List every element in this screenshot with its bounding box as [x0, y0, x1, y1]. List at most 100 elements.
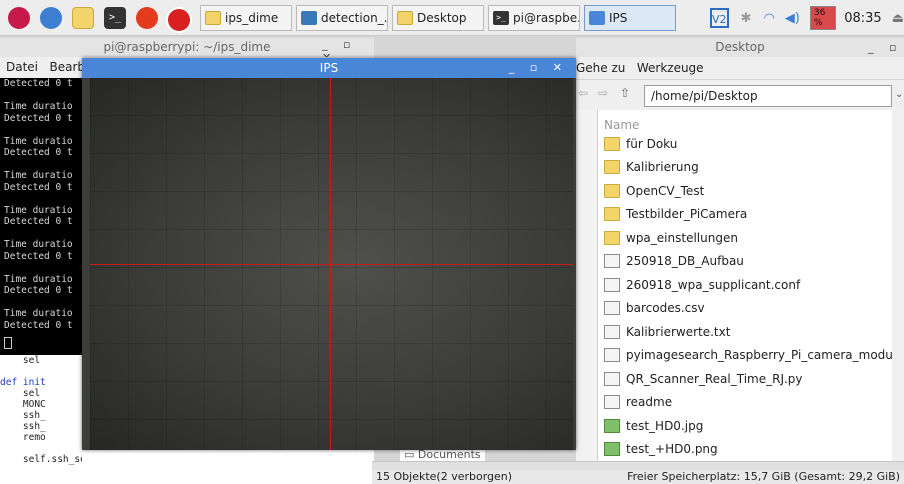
wolfram-icon[interactable]: [136, 7, 158, 29]
code-editor[interactable]: sel def init sel MONC ssh_ ssh_ remo self…: [0, 355, 82, 484]
places-sidebar[interactable]: [576, 110, 598, 462]
file-item[interactable]: OpenCV_Test: [604, 179, 704, 202]
folder-icon: [205, 11, 221, 25]
terminal-line: Detected 0 t: [4, 78, 73, 89]
terminal-line: Time duratio: [4, 135, 73, 147]
up-arrow-icon[interactable]: ⇧: [620, 86, 630, 100]
bluetooth-icon[interactable]: ✱: [741, 11, 752, 26]
menu-bearbeiten[interactable]: Bearb: [49, 60, 85, 74]
text-file-icon: [604, 395, 620, 409]
volume-icon[interactable]: ◀): [785, 11, 800, 26]
eject-icon[interactable]: ⏏: [892, 11, 904, 26]
taskbar-button-ips[interactable]: IPS: [584, 5, 676, 31]
forward-arrow-icon[interactable]: ⇨: [598, 86, 608, 100]
taskbar-button-ips-dime[interactable]: ips_dime: [200, 5, 292, 31]
file-name: wpa_einstellungen: [626, 230, 738, 245]
folder-icon: [397, 11, 413, 25]
file-name: barcodes.csv: [626, 301, 705, 315]
file-item[interactable]: QR_Scanner_Real_Time_RJ.py: [604, 367, 803, 390]
file-item[interactable]: 260918_wpa_supplicant.conf: [604, 273, 800, 296]
status-free-space: Freier Speicherplatz: 15,7 GiB (Gesamt: …: [627, 470, 900, 483]
filemanager-titlebar[interactable]: Desktop _ ▫: [576, 38, 904, 57]
file-name: Testbilder_PiCamera: [626, 207, 748, 221]
vnc-icon[interactable]: V2: [710, 8, 729, 28]
file-item[interactable]: readme: [604, 391, 672, 414]
terminal-title: pi@raspberrypi: ~/ips_dime: [103, 40, 271, 54]
file-name: Kalibrierwerte.txt: [626, 324, 731, 339]
file-name: OpenCV_Test: [626, 183, 705, 198]
file-list: Name für Doku Kalibrierung OpenCV_Test Test…: [598, 110, 904, 462]
terminal-line: Time duratio: [4, 170, 73, 181]
menu-datei[interactable]: Datei: [6, 60, 38, 74]
filemanager-title: Desktop: [715, 40, 765, 54]
path-dropdown-icon[interactable]: ⌄: [895, 89, 903, 100]
image-file-icon: [604, 442, 620, 456]
file-item[interactable]: wpa_einstellungen: [604, 226, 738, 249]
browser-globe-icon[interactable]: [40, 7, 62, 29]
file-name: 260918_wpa_supplicant.conf: [626, 277, 801, 292]
horizontal-scrollbar[interactable]: [372, 461, 904, 470]
file-item[interactable]: barcodes.csv: [604, 297, 705, 320]
taskbar-button-detection[interactable]: detection_...: [296, 5, 388, 31]
taskbar-button-desktop[interactable]: Desktop: [392, 5, 484, 31]
menu-gehe-zu[interactable]: Gehe zu: [576, 61, 625, 75]
file-item[interactable]: test_+HD0.png: [604, 438, 718, 461]
terminal-line: Detected 0 t: [4, 250, 73, 262]
sidebar-documents[interactable]: ▭ Documents: [400, 449, 485, 461]
file-name: test_HD0.jpg: [626, 418, 704, 433]
taskbar: >_ ips_dime detection_... Desktop >_ pi@…: [0, 0, 904, 36]
file-item[interactable]: pyimagesearch_Raspberry_Pi_camera_module…: [604, 344, 904, 367]
path-input[interactable]: /home/pi/Desktop: [644, 85, 892, 107]
file-item[interactable]: Testbilder_PiCamera: [604, 203, 747, 226]
file-manager-icon[interactable]: [72, 7, 94, 29]
text-file-icon: [604, 277, 620, 292]
code-line: ssh_: [0, 410, 46, 421]
menu-werkzeuge[interactable]: Werkzeuge: [637, 61, 704, 75]
terminal-line: Detected 0 t: [4, 216, 73, 227]
file-item[interactable]: für Doku: [604, 132, 677, 155]
terminal-output[interactable]: Detected 0 t Time duratio Detected 0 t Time…: [0, 78, 82, 355]
vertical-scrollbar[interactable]: [892, 110, 904, 461]
ips-window-controls[interactable]: _ ▫ ✕: [509, 58, 568, 78]
cpu-monitor[interactable]: 36 %: [809, 6, 837, 30]
file-item[interactable]: Kalibrierwerte.txt: [604, 320, 730, 343]
text-file-icon: [604, 348, 620, 362]
code-line: MONC: [0, 399, 46, 410]
ips-titlebar[interactable]: IPS _ ▫ ✕: [82, 58, 576, 78]
code-line: ssh_: [0, 421, 46, 432]
file-item[interactable]: 250918_DB_Aufbau: [604, 250, 744, 273]
file-item[interactable]: test_HD0.jpg: [604, 414, 703, 437]
file-name: pyimagesearch_Raspberry_Pi_camera_module…: [626, 348, 904, 362]
terminal-line: Time duratio: [4, 273, 73, 285]
terminal-line: Detected 0 t: [4, 147, 73, 158]
terminal-line: Detected 0 t: [4, 285, 73, 296]
raspberry-menu-icon[interactable]: [8, 7, 30, 29]
window-icon: [589, 11, 605, 25]
file-name: test_+HD0.png: [626, 442, 718, 456]
crosshair-vertical: [330, 78, 331, 450]
back-arrow-icon[interactable]: ⇦: [578, 86, 588, 100]
folder-icon: [604, 183, 620, 198]
image-file-icon: [604, 418, 620, 433]
file-item[interactable]: Kalibrierung: [604, 156, 699, 179]
taskbar-button-terminal[interactable]: >_ pi@raspbe...: [488, 5, 580, 31]
wifi-icon[interactable]: ◠: [763, 11, 774, 26]
camera-preview[interactable]: [90, 78, 573, 450]
terminal-titlebar[interactable]: pi@raspberrypi: ~/ips_dime: [0, 38, 374, 57]
filemanager-menubar: Gehe zu Werkzeuge: [576, 57, 904, 79]
text-file-icon: [604, 371, 620, 386]
crosshair-horizontal: [90, 264, 573, 265]
filemanager-window-controls[interactable]: _ ▫: [868, 38, 902, 57]
clock[interactable]: 08:35: [844, 11, 881, 26]
terminal-launcher-icon[interactable]: >_: [104, 7, 126, 29]
text-file-icon: [604, 254, 620, 268]
mathematica-icon[interactable]: [166, 7, 192, 33]
column-header-name[interactable]: Name: [604, 118, 639, 132]
terminal-line: Time duratio: [4, 204, 73, 216]
python-file-icon: [301, 11, 317, 25]
